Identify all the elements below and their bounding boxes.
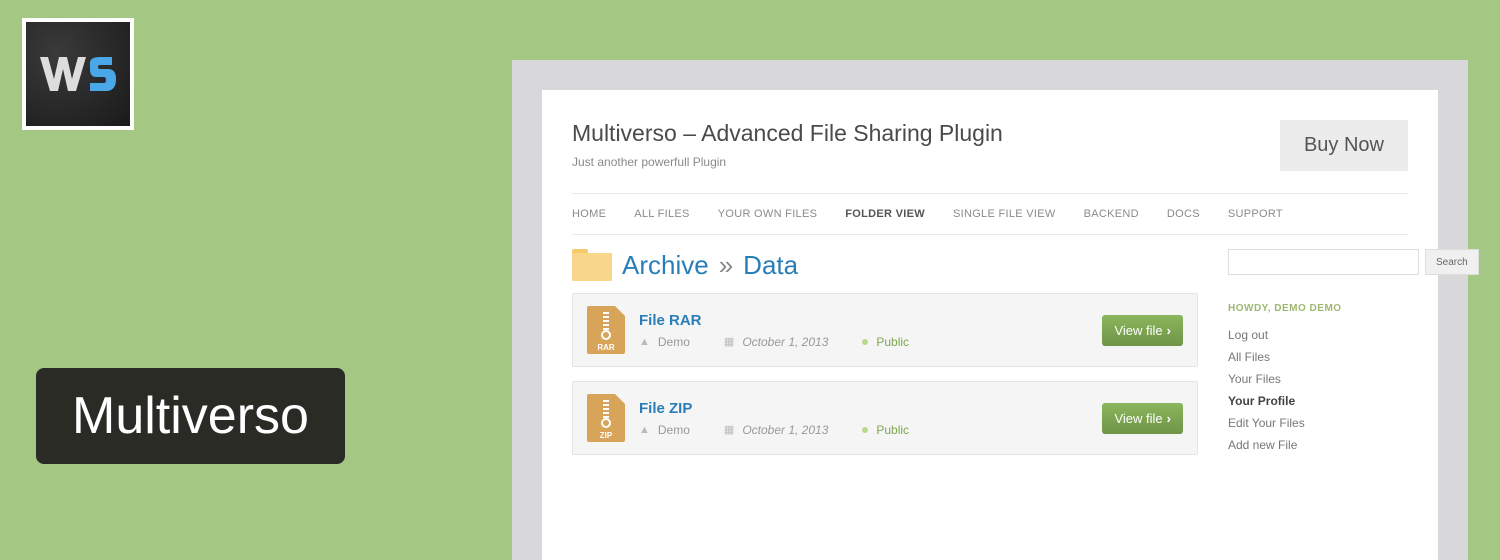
nav-item-your-own-files[interactable]: YOUR OWN FILES xyxy=(718,208,818,220)
sidebar-column: Search HOWDY, DEMO DEMO Log outAll Files… xyxy=(1228,249,1408,469)
user-icon: ▲ xyxy=(639,336,650,348)
calendar-icon: ▦ xyxy=(724,423,734,436)
page-subtitle: Just another powerfull Plugin xyxy=(572,155,1003,169)
chevron-right-icon: › xyxy=(1167,411,1171,426)
view-file-button[interactable]: View file › xyxy=(1102,403,1183,434)
sidebar-link[interactable]: All Files xyxy=(1228,346,1408,368)
file-ext-label: RAR xyxy=(587,343,625,352)
visibility-dot-icon xyxy=(862,427,868,433)
nav-item-support[interactable]: SUPPORT xyxy=(1228,208,1283,220)
file-type-icon: RAR xyxy=(587,306,625,354)
file-card: RAR File RAR ▲ Demo ▦ October 1, 2013 Public Vi… xyxy=(572,293,1198,367)
file-card: ZIP File ZIP ▲ Demo ▦ October 1, 2013 Public Vi… xyxy=(572,381,1198,455)
app-header: Multiverso – Advanced File Sharing Plugi… xyxy=(572,120,1408,194)
folder-icon xyxy=(572,249,612,281)
app-screenshot-panel: Multiverso – Advanced File Sharing Plugi… xyxy=(512,60,1468,560)
file-author: Demo xyxy=(658,423,690,437)
main-nav: HOME ALL FILES YOUR OWN FILES FOLDER VIEW SI… xyxy=(572,194,1408,235)
search-row: Search xyxy=(1228,249,1408,275)
chevron-right-icon: › xyxy=(1167,323,1171,338)
file-name-link[interactable]: File ZIP xyxy=(639,400,1088,417)
file-ext-label: ZIP xyxy=(587,431,625,440)
file-name-link[interactable]: File RAR xyxy=(639,312,1088,329)
search-button[interactable]: Search xyxy=(1425,249,1479,275)
main-column: Archive » Data RAR File RAR ▲ Demo ▦ October … xyxy=(572,249,1198,469)
ws-logo-icon xyxy=(38,49,118,99)
ws-logo xyxy=(26,22,130,126)
search-input[interactable] xyxy=(1228,249,1419,275)
file-visibility: Public xyxy=(876,423,909,437)
file-list: RAR File RAR ▲ Demo ▦ October 1, 2013 Public Vi… xyxy=(572,293,1198,455)
user-icon: ▲ xyxy=(639,424,650,436)
sidebar-links: Log outAll FilesYour FilesYour ProfileEd… xyxy=(1228,324,1408,456)
file-visibility: Public xyxy=(876,335,909,349)
buy-now-button[interactable]: Buy Now xyxy=(1280,120,1408,171)
ws-logo-box xyxy=(22,18,134,130)
page-title: Multiverso – Advanced File Sharing Plugi… xyxy=(572,120,1003,147)
nav-item-backend[interactable]: BACKEND xyxy=(1084,208,1139,220)
view-file-button[interactable]: View file › xyxy=(1102,315,1183,346)
breadcrumb-separator: » xyxy=(719,250,733,281)
calendar-icon: ▦ xyxy=(724,335,734,348)
product-title-badge: Multiverso xyxy=(36,368,345,464)
sidebar-link[interactable]: Edit Your Files xyxy=(1228,412,1408,434)
nav-item-all-files[interactable]: ALL FILES xyxy=(634,208,690,220)
sidebar-link[interactable]: Log out xyxy=(1228,324,1408,346)
nav-item-home[interactable]: HOME xyxy=(572,208,606,220)
visibility-dot-icon xyxy=(862,339,868,345)
file-author: Demo xyxy=(658,335,690,349)
file-meta: ▲ Demo ▦ October 1, 2013 Public xyxy=(639,423,1088,437)
nav-item-docs[interactable]: DOCS xyxy=(1167,208,1200,220)
file-date: October 1, 2013 xyxy=(742,423,828,437)
product-title: Multiverso xyxy=(72,387,309,445)
sidebar-link[interactable]: Add new File xyxy=(1228,434,1408,456)
content-row: Archive » Data RAR File RAR ▲ Demo ▦ October … xyxy=(572,249,1408,469)
file-type-icon: ZIP xyxy=(587,394,625,442)
breadcrumb-current[interactable]: Data xyxy=(743,250,798,281)
file-meta: ▲ Demo ▦ October 1, 2013 Public xyxy=(639,335,1088,349)
sidebar-link[interactable]: Your Files xyxy=(1228,368,1408,390)
nav-item-folder-view[interactable]: FOLDER VIEW xyxy=(845,208,925,220)
howdy-greeting: HOWDY, DEMO DEMO xyxy=(1228,303,1408,314)
sidebar-link[interactable]: Your Profile xyxy=(1228,390,1408,412)
breadcrumb-root[interactable]: Archive xyxy=(622,250,709,281)
app-window: Multiverso – Advanced File Sharing Plugi… xyxy=(542,90,1438,560)
file-date: October 1, 2013 xyxy=(742,335,828,349)
breadcrumb: Archive » Data xyxy=(572,249,1198,281)
nav-item-single-file-view[interactable]: SINGLE FILE VIEW xyxy=(953,208,1056,220)
